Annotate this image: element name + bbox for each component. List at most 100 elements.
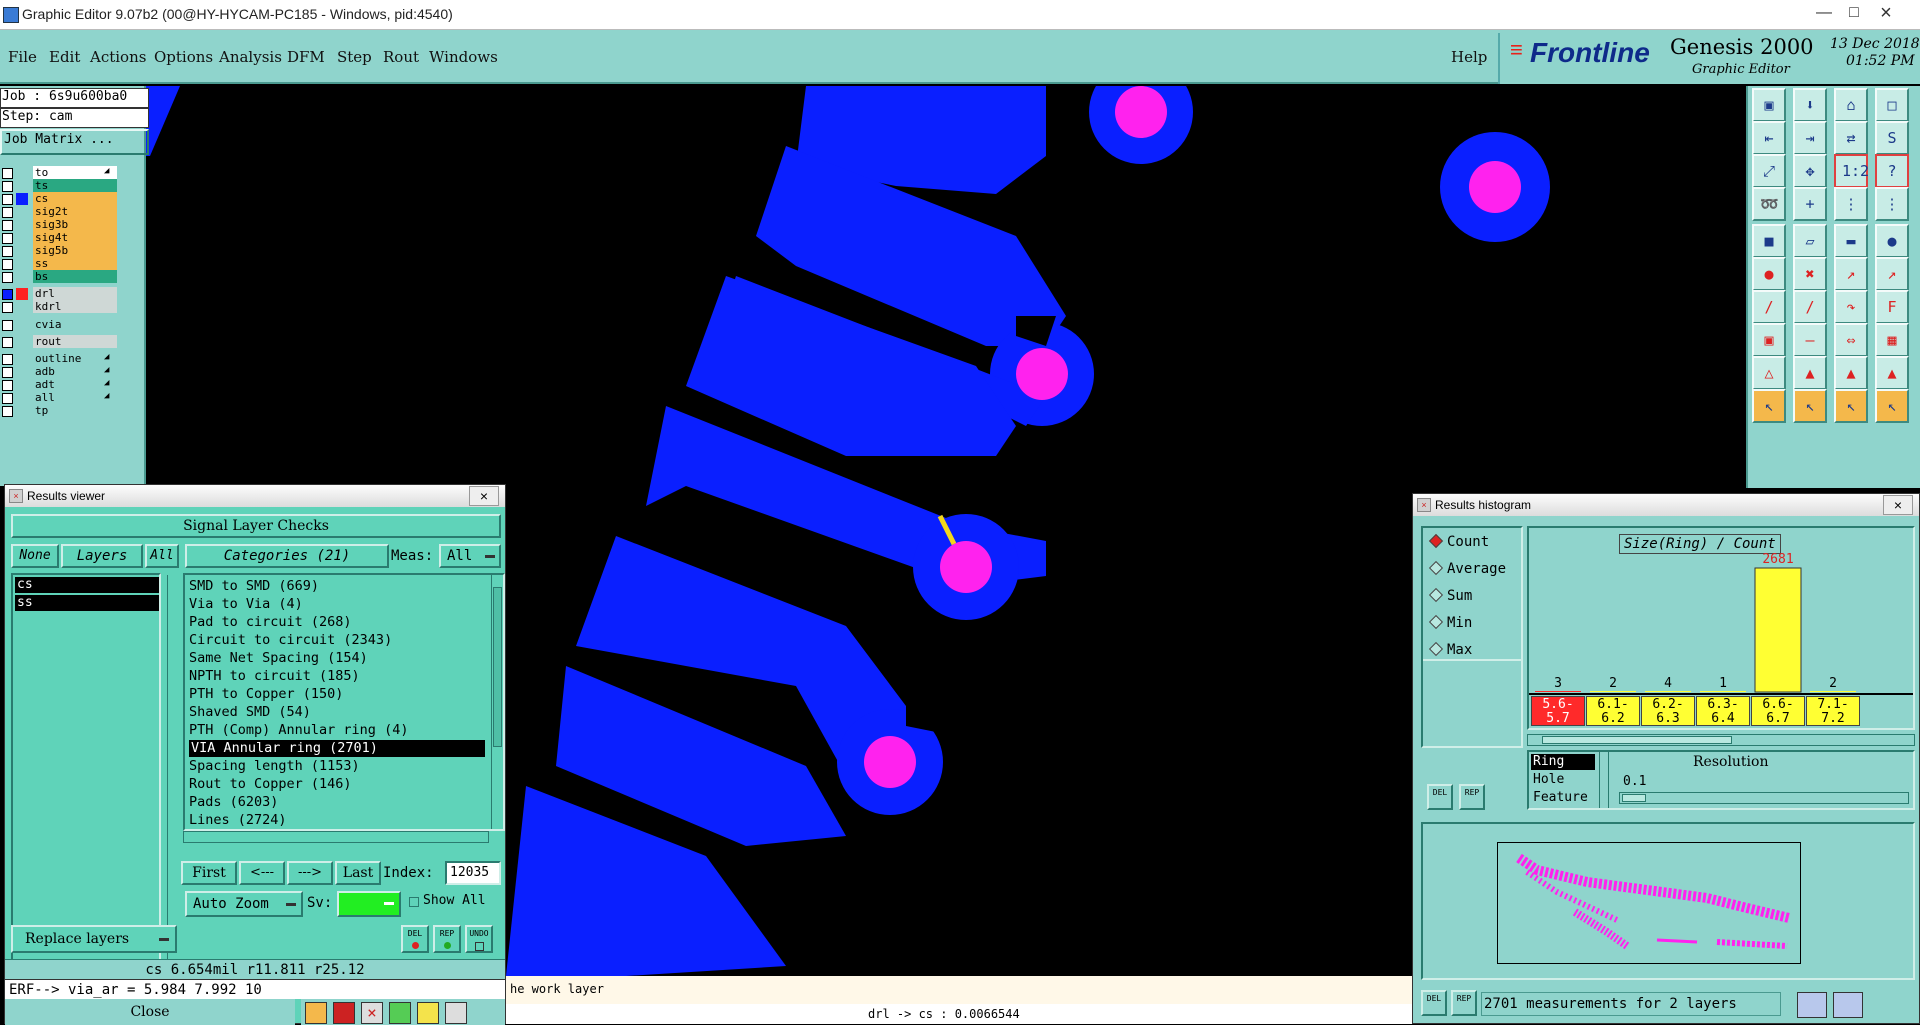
- category-h-scrollbar[interactable]: [183, 831, 489, 843]
- histogram-scrollbar[interactable]: [1527, 734, 1915, 746]
- bin-range-cell[interactable]: 6.2- 6.3: [1641, 696, 1695, 726]
- category-item[interactable]: NPTH to circuit (185): [189, 668, 360, 685]
- show-all-checkbox[interactable]: [409, 897, 419, 907]
- graph-icon[interactable]: [1833, 992, 1863, 1018]
- bin-range-cell[interactable]: 6.1- 6.2: [1586, 696, 1640, 726]
- menu-windows[interactable]: Windows: [429, 48, 498, 66]
- snap-icon[interactable]: +: [1793, 187, 1827, 221]
- layer-checkbox[interactable]: [2, 393, 13, 404]
- category-listbox[interactable]: SMD to SMD (669) Via to Via (4) Pad to cir…: [183, 573, 505, 831]
- close-window-button[interactable]: ×: [1872, 2, 1900, 24]
- grid-icon[interactable]: ▦: [1875, 323, 1909, 357]
- menu-step[interactable]: Step: [337, 48, 372, 66]
- layer-row-all[interactable]: all ◢: [0, 391, 118, 405]
- layer-checkbox[interactable]: [2, 246, 13, 257]
- pointer3-icon[interactable]: ↖: [1834, 389, 1868, 423]
- first-button[interactable]: First: [181, 861, 237, 885]
- layer-row-kdrl[interactable]: kdrl: [0, 300, 118, 314]
- menu-help[interactable]: Help: [1451, 48, 1487, 66]
- arch-icon[interactable]: ▲: [1793, 356, 1827, 390]
- category-item[interactable]: Spacing length (1153): [189, 758, 360, 775]
- help-icon[interactable]: ?: [1875, 154, 1909, 188]
- category-item[interactable]: PTH to Copper (150): [189, 686, 343, 703]
- drill-hole-1[interactable]: [1016, 348, 1068, 400]
- bin-range-cell[interactable]: 6.3- 6.4: [1696, 696, 1750, 726]
- replace-layers-dropdown[interactable]: Replace layers: [11, 925, 177, 953]
- pointer2-icon[interactable]: ↖: [1793, 389, 1827, 423]
- drill-hole-3[interactable]: [864, 736, 916, 788]
- category-item[interactable]: VIA Annular ring (2701): [189, 740, 485, 757]
- scroll-thumb[interactable]: [1542, 736, 1732, 744]
- home-icon[interactable]: ⌂: [1834, 88, 1868, 122]
- layer-checkbox[interactable]: [2, 337, 13, 348]
- scroll-thumb[interactable]: [493, 587, 502, 747]
- clear-icon[interactable]: ×: [361, 1002, 383, 1024]
- slash-icon[interactable]: /: [1752, 290, 1786, 324]
- tool-icon[interactable]: [389, 1002, 411, 1024]
- slider-thumb[interactable]: [1622, 794, 1646, 802]
- square-dot-icon[interactable]: ▣: [1752, 323, 1786, 357]
- sv-color-dropdown[interactable]: [337, 891, 401, 917]
- layer-checkbox[interactable]: [2, 406, 13, 417]
- none-button[interactable]: None: [11, 544, 59, 568]
- menu-file[interactable]: File: [8, 48, 37, 66]
- arrow-right-icon[interactable]: ⇥: [1793, 121, 1827, 155]
- undo-button[interactable]: UNDO: [465, 925, 493, 953]
- arc-icon[interactable]: ↷: [1834, 290, 1868, 324]
- layer-checkbox[interactable]: [2, 233, 13, 244]
- job-matrix-button[interactable]: Job Matrix ...: [0, 129, 149, 155]
- cross-icon[interactable]: ✖: [1793, 257, 1827, 291]
- layer-checkbox[interactable]: [2, 168, 13, 179]
- option-feature[interactable]: Feature: [1531, 790, 1595, 806]
- layer-row-bs[interactable]: bs: [0, 270, 118, 284]
- category-item[interactable]: PTH (Comp) Annular ring (4): [189, 722, 408, 739]
- drill-hole-far[interactable]: [1469, 161, 1521, 213]
- menu-analysis[interactable]: Analysis: [219, 48, 282, 66]
- layer-row-to[interactable]: to ◢: [0, 166, 118, 180]
- layer-row-ts[interactable]: ts: [0, 179, 118, 193]
- error-overview-map[interactable]: [1497, 842, 1801, 964]
- histogram-bar[interactable]: [1590, 691, 1636, 692]
- category-item[interactable]: Shaved SMD (54): [189, 704, 311, 721]
- layer-row-sig4t[interactable]: sig4t: [0, 231, 118, 245]
- category-item[interactable]: Pad to circuit (268): [189, 614, 352, 631]
- layer-row-sig2t[interactable]: sig2t: [0, 205, 118, 219]
- connect-icon[interactable]: ●: [1752, 257, 1786, 291]
- category-item[interactable]: Same Net Spacing (154): [189, 650, 368, 667]
- v-scrollbar[interactable]: [167, 575, 177, 975]
- category-item[interactable]: Pads (6203): [189, 794, 278, 811]
- slash2-icon[interactable]: /: [1793, 290, 1827, 324]
- report-icon[interactable]: [417, 1002, 439, 1024]
- maximize-button[interactable]: □: [1840, 2, 1868, 24]
- layer-checkbox[interactable]: [2, 272, 13, 283]
- next-button[interactable]: --->: [287, 861, 333, 885]
- measure-icon[interactable]: ➿: [1752, 187, 1786, 221]
- layer-checkbox[interactable]: [2, 181, 13, 192]
- zoom-fit-icon[interactable]: ⤢: [1752, 154, 1786, 188]
- dot-icon[interactable]: ●: [1875, 224, 1909, 258]
- histogram-bar[interactable]: [1535, 691, 1581, 692]
- bin-range-cell[interactable]: 5.6- 5.7: [1531, 696, 1585, 726]
- pointer-icon[interactable]: ↖: [1752, 389, 1786, 423]
- s-curve-icon[interactable]: S: [1875, 121, 1909, 155]
- options-scrollbar[interactable]: [1599, 752, 1609, 808]
- hist-del-button-2[interactable]: DEL: [1421, 990, 1447, 1016]
- layer-checkbox[interactable]: [2, 302, 13, 313]
- arch2-icon[interactable]: ▲: [1834, 356, 1868, 390]
- layer-checkbox[interactable]: [2, 380, 13, 391]
- save-icon[interactable]: ⬇: [1793, 88, 1827, 122]
- layer-checkbox[interactable]: [2, 320, 13, 331]
- category-item[interactable]: Via to Via (4): [189, 596, 303, 613]
- layer-row-adt[interactable]: adt ◢: [0, 378, 118, 392]
- layer-checkbox[interactable]: [2, 259, 13, 270]
- board-icon[interactable]: ▣: [1752, 88, 1786, 122]
- layer-row-ss[interactable]: ss: [0, 257, 118, 271]
- triangle-icon[interactable]: △: [1752, 356, 1786, 390]
- ruler-icon[interactable]: ▬: [1834, 224, 1868, 258]
- tool-icon[interactable]: [333, 1002, 355, 1024]
- minimize-button[interactable]: —: [1810, 2, 1838, 24]
- menu-options[interactable]: Options: [154, 48, 213, 66]
- histogram-chart-icon[interactable]: [1797, 992, 1827, 1018]
- layer-checkbox[interactable]: [2, 207, 13, 218]
- layer-checkbox[interactable]: [2, 289, 13, 300]
